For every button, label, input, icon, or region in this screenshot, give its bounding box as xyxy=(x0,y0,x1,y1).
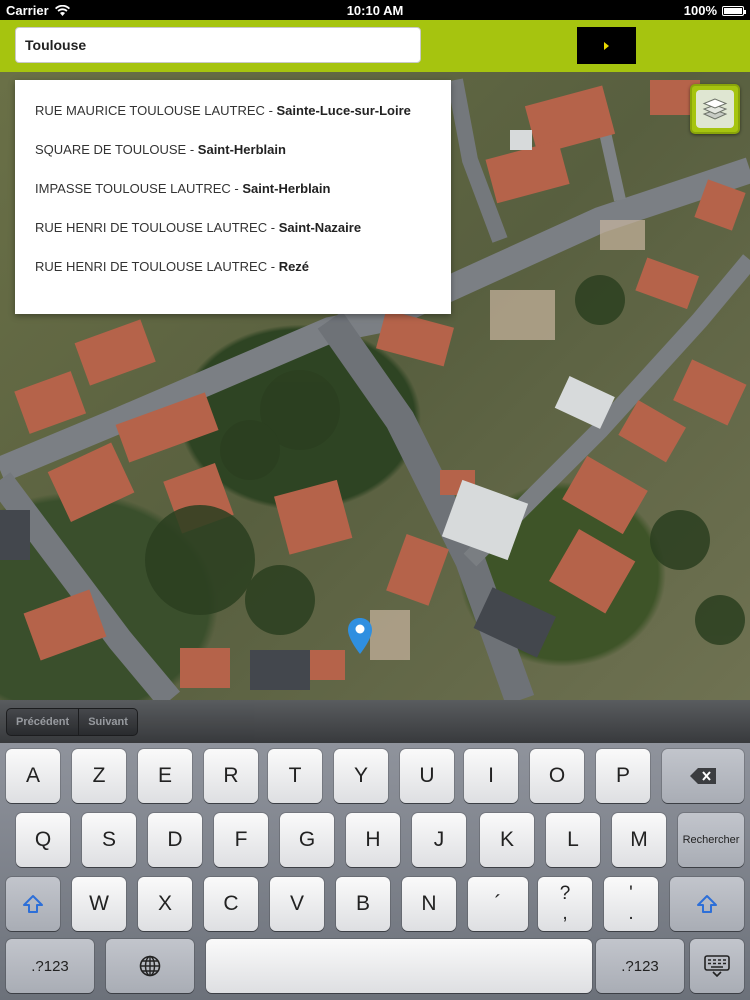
suggestion-street: IMPASSE TOULOUSE LAUTREC xyxy=(35,181,231,196)
key-u[interactable]: U xyxy=(400,749,454,803)
next-button[interactable]: Suivant xyxy=(79,709,137,735)
key-b[interactable]: B xyxy=(336,877,390,931)
suggestion-city: Sainte-Luce-sur-Loire xyxy=(276,103,411,118)
previous-button[interactable]: Précédent xyxy=(7,709,80,735)
suggestion-street: SQUARE DE TOULOUSE xyxy=(35,142,187,157)
status-bar: Carrier 10:10 AM 100% xyxy=(0,0,750,20)
suggestion-city: Saint-Herblain xyxy=(242,181,331,196)
play-arrow-icon xyxy=(604,41,609,50)
suggestion-item[interactable]: RUE HENRI DE TOULOUSE LAUTREC - Rezé xyxy=(15,247,451,286)
shift-key-right[interactable] xyxy=(670,877,744,931)
layers-icon xyxy=(702,98,728,120)
key-d[interactable]: D xyxy=(148,813,202,867)
suggestion-city: Rezé xyxy=(278,259,310,274)
key-top-char: ' xyxy=(629,883,633,904)
key-v[interactable]: V xyxy=(270,877,324,931)
keyboard: A Z E R T Y U I O P Q S D F G H J K L M … xyxy=(0,743,750,1000)
key-m[interactable]: M xyxy=(612,813,666,867)
suggestion-street: RUE MAURICE TOULOUSE LAUTREC xyxy=(35,103,265,118)
search-go-button[interactable] xyxy=(577,27,636,64)
numbers-key-left[interactable]: .?123 xyxy=(6,939,94,993)
key-l[interactable]: L xyxy=(546,813,600,867)
key-f[interactable]: F xyxy=(214,813,268,867)
suggestion-item[interactable]: SQUARE DE TOULOUSE - Saint-Herblain xyxy=(15,130,451,169)
prev-next-control: Précédent Suivant xyxy=(6,708,138,736)
question-comma-key[interactable]: ? , xyxy=(538,877,592,931)
shift-key-left[interactable] xyxy=(6,877,60,931)
key-bottom-char: . xyxy=(628,903,634,924)
key-o[interactable]: O xyxy=(530,749,584,803)
key-j[interactable]: J xyxy=(412,813,466,867)
suggestion-street: RUE HENRI DE TOULOUSE LAUTREC xyxy=(35,259,268,274)
key-bottom-char: , xyxy=(562,903,568,924)
numbers-key-right[interactable]: .?123 xyxy=(596,939,684,993)
suggestion-street: RUE HENRI DE TOULOUSE LAUTREC xyxy=(35,220,268,235)
keyboard-hide-icon xyxy=(704,955,730,977)
key-g[interactable]: G xyxy=(280,813,334,867)
suggestion-item[interactable]: RUE MAURICE TOULOUSE LAUTREC - Sainte-Lu… xyxy=(15,91,451,130)
globe-icon xyxy=(139,955,161,977)
key-e[interactable]: E xyxy=(138,749,192,803)
key-r[interactable]: R xyxy=(204,749,258,803)
keyboard-accessory-bar: Précédent Suivant xyxy=(0,700,750,743)
suggestion-separator: - xyxy=(264,103,277,118)
search-input[interactable] xyxy=(15,27,421,63)
key-top-char: ? xyxy=(559,883,571,904)
battery-percent: 100% xyxy=(683,3,717,18)
map-pin-icon[interactable] xyxy=(348,618,372,654)
suggestion-separator: - xyxy=(267,220,279,235)
key-n[interactable]: N xyxy=(402,877,456,931)
suggestions-dropdown: RUE MAURICE TOULOUSE LAUTREC - Sainte-Lu… xyxy=(15,80,451,314)
backspace-icon xyxy=(690,768,716,784)
layers-button[interactable] xyxy=(690,84,740,134)
key-i[interactable]: I xyxy=(464,749,518,803)
hide-keyboard-key[interactable] xyxy=(690,939,744,993)
apostrophe-period-key[interactable]: ' . xyxy=(604,877,658,931)
backspace-key[interactable] xyxy=(662,749,744,803)
key-q[interactable]: Q xyxy=(16,813,70,867)
suggestion-item[interactable]: RUE HENRI DE TOULOUSE LAUTREC - Saint-Na… xyxy=(15,208,451,247)
key-w[interactable]: W xyxy=(72,877,126,931)
key-h[interactable]: H xyxy=(346,813,400,867)
shift-icon xyxy=(697,895,717,913)
suggestion-city: Saint-Herblain xyxy=(197,142,286,157)
suggestion-separator: - xyxy=(267,259,279,274)
search-key[interactable]: Rechercher xyxy=(678,813,744,867)
globe-key[interactable] xyxy=(106,939,194,993)
space-key[interactable] xyxy=(206,939,592,993)
key-y[interactable]: Y xyxy=(334,749,388,803)
key-c[interactable]: C xyxy=(204,877,258,931)
key-a[interactable]: A xyxy=(6,749,60,803)
suggestion-item[interactable]: IMPASSE TOULOUSE LAUTREC - Saint-Herblai… xyxy=(15,169,451,208)
key-k[interactable]: K xyxy=(480,813,534,867)
suggestion-separator: - xyxy=(230,181,243,196)
battery-icon xyxy=(722,5,746,16)
key-x[interactable]: X xyxy=(138,877,192,931)
key-t[interactable]: T xyxy=(268,749,322,803)
accent-key[interactable]: ´ xyxy=(468,877,528,931)
battery-level xyxy=(724,7,742,14)
key-s[interactable]: S xyxy=(82,813,136,867)
shift-icon xyxy=(23,895,43,913)
suggestion-separator: - xyxy=(186,142,198,157)
key-p[interactable]: P xyxy=(596,749,650,803)
status-time: 10:10 AM xyxy=(346,3,404,18)
search-bar xyxy=(0,20,750,72)
suggestion-city: Saint-Nazaire xyxy=(278,220,362,235)
key-z[interactable]: Z xyxy=(72,749,126,803)
